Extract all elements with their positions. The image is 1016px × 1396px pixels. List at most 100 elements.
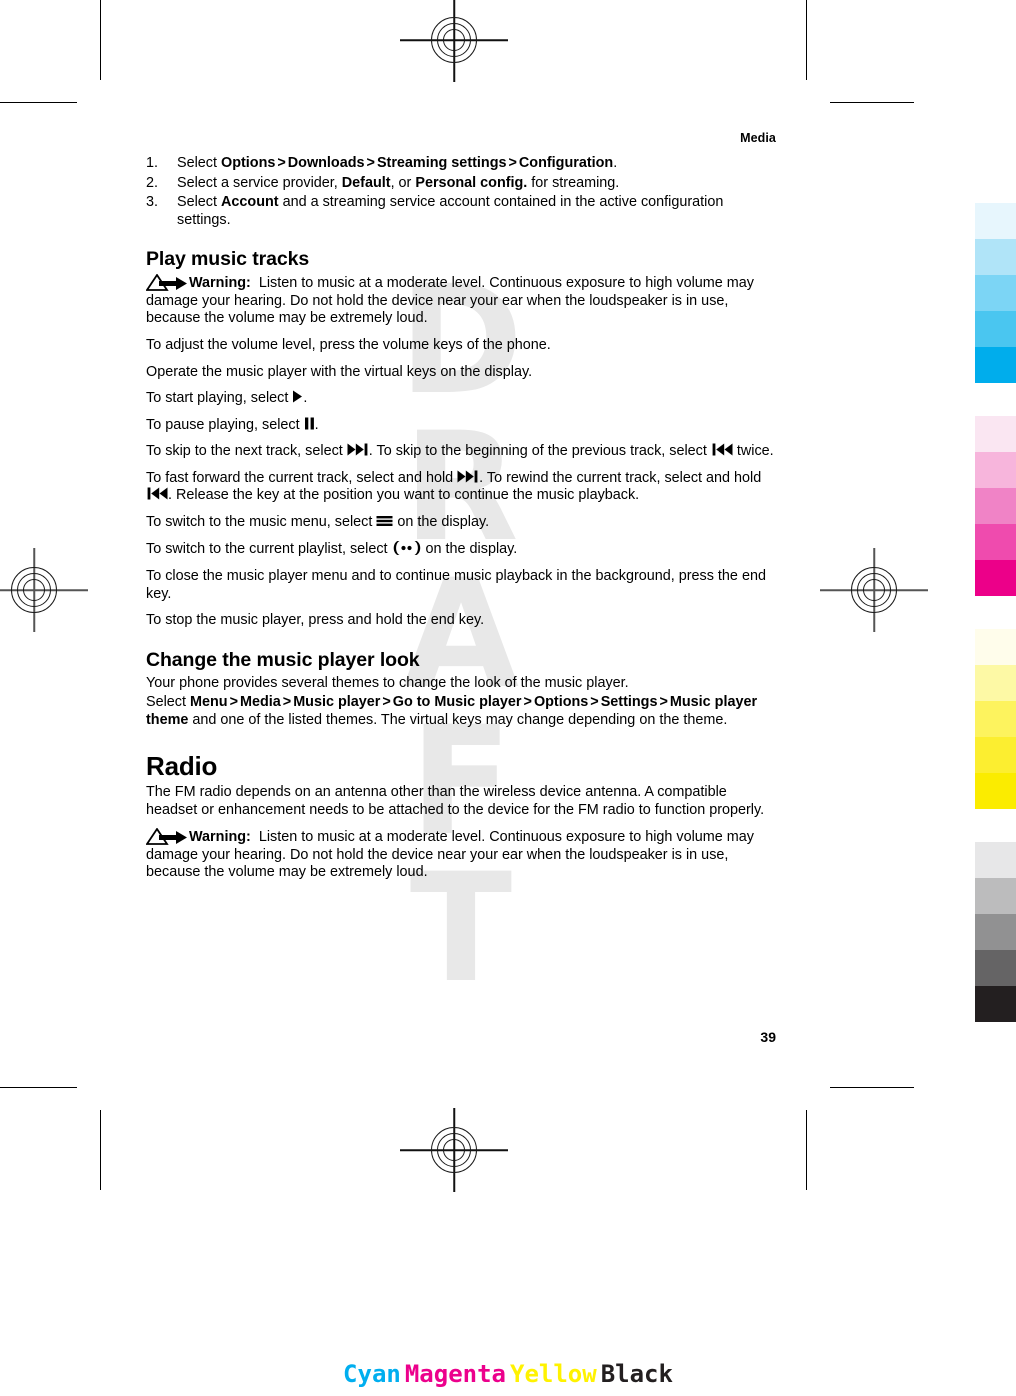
- menu-text-b: on the display.: [393, 513, 490, 530]
- swatch-magenta-1: [975, 416, 1016, 452]
- step-item: 1. Select Options > Downloads > Streaming set…: [146, 155, 778, 173]
- warning-paragraph-radio: Warning: Listen to music at a moderate l…: [146, 828, 778, 882]
- menu-path-separator: >: [282, 694, 292, 711]
- heading-play-music-tracks: Play music tracks: [146, 248, 310, 271]
- paragraph-volume-keys: To adjust the volume level, press the vo…: [146, 336, 551, 353]
- color-bar-black: [975, 842, 1016, 1022]
- registration-mark-bottom: [400, 1108, 508, 1192]
- paragraph-operate-player: Operate the music player with the virtua…: [146, 363, 533, 380]
- step-text: for streaming.: [527, 174, 620, 191]
- swatch-cyan-2: [975, 239, 1016, 275]
- paragraph-skip-track: To skip to the next track, select . To s…: [146, 443, 778, 461]
- paragraph-current-playlist: To switch to the current playlist, selec…: [146, 540, 778, 559]
- step-text: , or: [390, 174, 416, 191]
- menu-path-item: Options: [533, 694, 589, 711]
- crop-mark-top-left-horizontal: [0, 102, 77, 104]
- reg-ring-inner: [863, 579, 885, 601]
- start-playing-text-b: .: [303, 390, 308, 407]
- paragraph-fast-forward: To fast forward the current track, selec…: [146, 470, 778, 505]
- numbered-steps-list: 1. Select Options > Downloads > Streaming set…: [146, 155, 778, 229]
- playlist-icon: [392, 540, 422, 556]
- cmyk-label: Cyan Magenta Yellow Black: [0, 1360, 1016, 1388]
- menu-path-separator: >: [590, 694, 599, 711]
- paragraph-start-playing: To start playing, select .: [146, 390, 778, 408]
- step-item: 3. Select Account and a streaming service…: [146, 194, 778, 229]
- swatch-cyan-3: [975, 275, 1016, 311]
- ff-text-c: . Release the key at the position you wa…: [168, 487, 640, 504]
- step-number: 3.: [146, 194, 159, 211]
- heading-radio: Radio: [146, 751, 218, 782]
- swatch-cyan-1: [975, 203, 1016, 239]
- playlist-text-a: To switch to the current playlist, selec…: [146, 541, 392, 558]
- step-number: 2.: [146, 174, 159, 191]
- step-text: .: [613, 155, 618, 171]
- step-bold-term: Streaming settings: [376, 155, 507, 171]
- previous-track-icon: [711, 443, 733, 456]
- page-number: 39: [760, 1029, 776, 1045]
- swatch-magenta-2: [975, 452, 1016, 488]
- swatch-yellow-4: [975, 737, 1016, 773]
- skip-text-c: twice.: [732, 443, 774, 460]
- menu-path-separator: >: [382, 694, 391, 711]
- swatch-magenta-3: [975, 488, 1016, 524]
- swatch-magenta-4: [975, 524, 1016, 560]
- step-separator: >: [366, 155, 375, 171]
- swatch-black-5: [975, 986, 1016, 1022]
- swatch-cyan-5: [975, 347, 1016, 383]
- swatch-yellow-2: [975, 665, 1016, 701]
- crop-mark-bottom-right-horizontal: [830, 1087, 914, 1089]
- running-head: Media: [740, 131, 776, 145]
- play-icon: [292, 390, 303, 403]
- registration-mark-right: [820, 548, 928, 632]
- swatch-black-3: [975, 914, 1016, 950]
- crop-mark-top-left-vertical: [100, 0, 102, 80]
- swatch-black-1: [975, 842, 1016, 878]
- paragraph-stop-player: To stop the music player, press and hold…: [146, 612, 485, 629]
- warning-label: Warning:: [189, 829, 251, 846]
- swatch-cyan-4: [975, 311, 1016, 347]
- step-bold-term: Default: [341, 174, 391, 191]
- page-content: 1. Select Options > Downloads > Streaming set…: [146, 155, 778, 891]
- crop-mark-bottom-left-vertical: [100, 1110, 102, 1190]
- cmyk-word-black: Black: [600, 1360, 673, 1388]
- step-text: Select a service provider,: [177, 174, 342, 191]
- ff-text-b: . To rewind the current track, select an…: [479, 469, 762, 486]
- ff-text-a: To fast forward the current track, selec…: [146, 469, 458, 486]
- menu-path-item: Go to Music player: [392, 694, 522, 711]
- swatch-black-2: [975, 878, 1016, 914]
- path-tail: and one of the listed themes. The virtua…: [188, 711, 728, 728]
- paragraph-themes: Your phone provides several themes to ch…: [146, 674, 629, 691]
- step-bold-term: Configuration: [518, 155, 614, 171]
- paragraph-theme-path: Select Menu > Media > Music player > Go to Mus…: [146, 694, 778, 729]
- playlist-text-b: on the display.: [421, 541, 518, 558]
- step-text: Select: [177, 155, 221, 171]
- swatch-black-4: [975, 950, 1016, 986]
- reg-ring-inner: [443, 29, 465, 51]
- step-bold-term: Personal config.: [415, 174, 528, 191]
- step-separator: >: [508, 155, 517, 171]
- paragraph-pause-playing: To pause playing, select .: [146, 417, 778, 435]
- menu-path-separator: >: [229, 694, 238, 711]
- registration-mark-top: [400, 0, 508, 82]
- skip-text-b: . To skip to the beginning of the previo…: [368, 443, 711, 460]
- step-bold-term: Downloads: [287, 155, 365, 171]
- cmyk-word-cyan: Cyan: [343, 1360, 401, 1388]
- swatch-magenta-5: [975, 560, 1016, 596]
- reg-ring-inner: [23, 579, 45, 601]
- reg-ring-inner: [443, 1139, 465, 1161]
- step-bold-term: Account: [221, 194, 279, 211]
- warning-paragraph-music: Warning: Listen to music at a moderate l…: [146, 274, 778, 328]
- crop-mark-bottom-left-horizontal: [0, 1087, 77, 1089]
- color-bar-cyan: [975, 203, 1016, 383]
- skip-text-a: To skip to the next track, select: [146, 443, 347, 460]
- paragraph-fm-antenna: The FM radio depends on an antenna other…: [146, 784, 765, 818]
- hamburger-menu-icon: [376, 514, 393, 527]
- swatch-yellow-5: [975, 773, 1016, 809]
- warning-triangle-arrow-icon: [146, 274, 188, 292]
- menu-path-separator: >: [659, 694, 668, 711]
- swatch-yellow-1: [975, 629, 1016, 665]
- previous-track-icon: [146, 487, 168, 500]
- crop-mark-top-right-vertical: [806, 0, 808, 80]
- next-track-icon: [347, 443, 369, 456]
- crop-mark-bottom-right-vertical: [806, 1110, 808, 1190]
